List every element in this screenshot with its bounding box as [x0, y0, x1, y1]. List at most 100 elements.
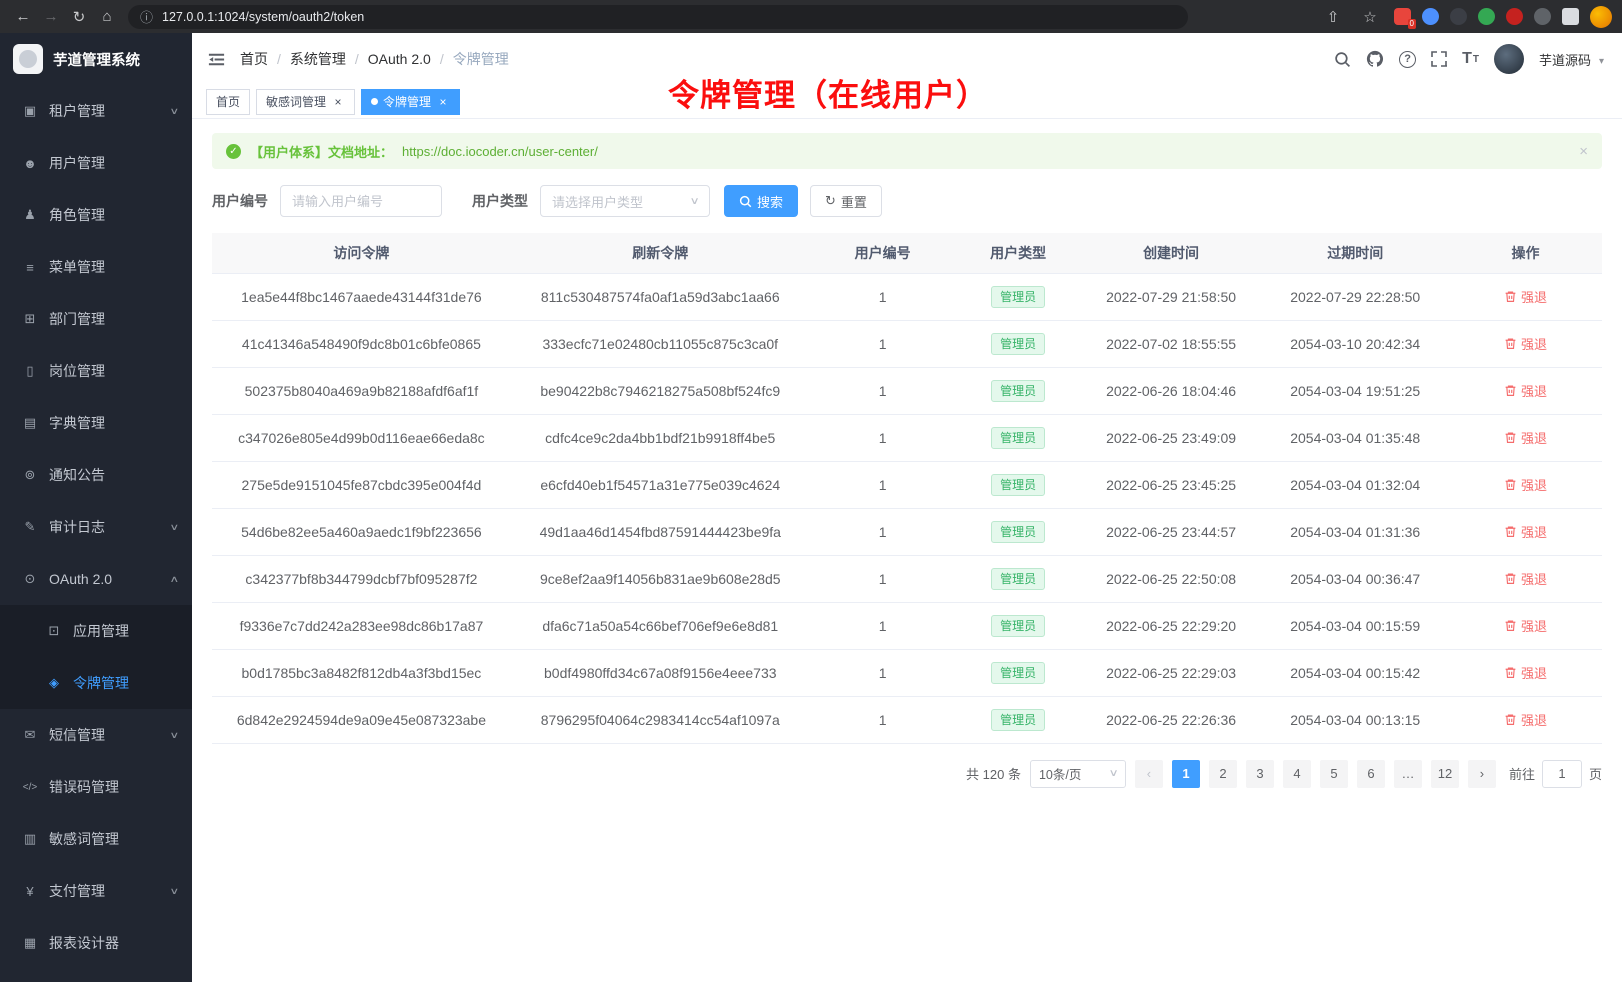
prev-page-button[interactable]: ‹ [1135, 760, 1163, 788]
browser-reload-icon[interactable]: ↻ [66, 5, 92, 29]
refresh-icon: ↻ [825, 193, 836, 209]
tab-home[interactable]: 首页 [206, 89, 250, 115]
expire-time-cell: 2054-03-10 20:42:34 [1261, 320, 1449, 367]
share-icon[interactable]: ⇧ [1320, 5, 1346, 29]
close-icon[interactable]: × [436, 95, 450, 109]
sidebar-item-menu[interactable]: ≡ 菜单管理 [0, 241, 192, 293]
page-button[interactable]: 12 [1431, 760, 1459, 788]
sidebar-item-pay[interactable]: ¥ 支付管理 ∨ [0, 865, 192, 917]
sidebar-item-dept[interactable]: ⊞ 部门管理 [0, 293, 192, 345]
pay-icon: ¥ [20, 884, 40, 899]
page-button[interactable]: 2 [1209, 760, 1237, 788]
goto-label: 前往 [1509, 764, 1535, 783]
sidebar-item-tenant[interactable]: ▣ 租户管理 ∨ [0, 85, 192, 137]
access-token-cell: 6d842e2924594de9a09e45e087323abe [212, 696, 511, 743]
sidebar-item-oauth2-app[interactable]: ⊡ 应用管理 [0, 605, 192, 657]
browser-back-icon[interactable]: ← [10, 5, 36, 29]
help-icon[interactable]: ? [1399, 51, 1416, 68]
tab-label: 敏感词管理 [266, 93, 326, 110]
page-button[interactable]: … [1394, 760, 1422, 788]
force-logout-button[interactable]: 强退 [1504, 381, 1547, 400]
github-icon[interactable] [1366, 50, 1384, 68]
username[interactable]: 芋道源码 [1539, 50, 1591, 69]
breadcrumb-oauth2[interactable]: OAuth 2.0 [368, 51, 431, 67]
force-logout-button[interactable]: 强退 [1504, 569, 1547, 588]
tenant-icon: ▣ [20, 103, 40, 119]
tab-sensitive-word[interactable]: 敏感词管理 × [256, 89, 355, 115]
browser-extension-icon[interactable] [1534, 8, 1551, 25]
sidebar-item-post[interactable]: ▯ 岗位管理 [0, 345, 192, 397]
user-type-badge: 管理员 [991, 286, 1045, 308]
goto-page-input[interactable] [1542, 760, 1582, 788]
page-size-select[interactable]: 10条/页 ∨ [1030, 760, 1126, 788]
browser-extension-icon[interactable] [1422, 8, 1439, 25]
browser-profile-avatar[interactable] [1590, 6, 1612, 28]
search-icon[interactable] [1334, 51, 1351, 68]
app-logo-row[interactable]: 芋道管理系统 [0, 33, 192, 85]
font-size-icon[interactable]: TT [1462, 50, 1479, 68]
doc-link[interactable]: https://doc.iocoder.cn/user-center/ [402, 144, 598, 159]
sidebar-item-error-code[interactable]: </> 错误码管理 [0, 761, 192, 813]
user-id-input[interactable] [280, 185, 442, 217]
token-table-body: 1ea5e44f8bc1467aaede43144f31de76 811c530… [212, 273, 1602, 743]
table-row: 41c41346a548490f9dc8b01c6bfe0865 333ecfc… [212, 320, 1602, 367]
browser-home-icon[interactable]: ⌂ [94, 5, 120, 29]
address-bar[interactable]: ⓘ 127.0.0.1:1024/system/oauth2/token [128, 5, 1188, 29]
force-logout-button[interactable]: 强退 [1504, 428, 1547, 447]
close-icon[interactable]: × [331, 95, 345, 109]
force-logout-button[interactable]: 强退 [1504, 334, 1547, 353]
sidebar-item-audit-log[interactable]: ✎ 审计日志 ∨ [0, 501, 192, 553]
expire-time-cell: 2054-03-04 00:15:59 [1261, 602, 1449, 649]
fullscreen-icon[interactable] [1431, 51, 1447, 67]
sidebar-item-oauth2-token[interactable]: ◈ 令牌管理 [0, 657, 192, 709]
chevron-down-icon: ∨ [170, 730, 180, 741]
page-button[interactable]: 6 [1357, 760, 1385, 788]
breadcrumb-system[interactable]: 系统管理 [290, 49, 346, 69]
user-type-select[interactable]: 请选择用户类型 ∨ [540, 185, 710, 217]
page-button[interactable]: 5 [1320, 760, 1348, 788]
reset-button[interactable]: ↻ 重置 [810, 185, 882, 217]
sidebar-item-sensitive-word[interactable]: ▥ 敏感词管理 [0, 813, 192, 865]
delete-icon [1504, 572, 1517, 585]
page-button[interactable]: 4 [1283, 760, 1311, 788]
force-logout-button[interactable]: 强退 [1504, 663, 1547, 682]
user-id-cell: 1 [810, 414, 956, 461]
site-info-icon[interactable]: ⓘ [140, 7, 153, 26]
browser-extension-icon[interactable]: 0 [1394, 8, 1411, 25]
force-logout-button[interactable]: 强退 [1504, 475, 1547, 494]
search-button[interactable]: 搜索 [724, 185, 798, 217]
breadcrumb-home[interactable]: 首页 [240, 49, 268, 69]
user-avatar[interactable] [1494, 44, 1524, 74]
sidebar-item-report-designer[interactable]: ▦ 报表设计器 [0, 917, 192, 969]
force-logout-button[interactable]: 强退 [1504, 522, 1547, 541]
tab-token[interactable]: 令牌管理 × [361, 89, 460, 115]
col-refresh-token: 刷新令牌 [511, 233, 810, 273]
page-button[interactable]: 1 [1172, 760, 1200, 788]
page-button[interactable]: 3 [1246, 760, 1274, 788]
sidebar-item-role[interactable]: ♟ 角色管理 [0, 189, 192, 241]
browser-extension-icon[interactable] [1450, 8, 1467, 25]
user-menu-caret-icon[interactable]: ▾ [1599, 52, 1604, 67]
bookmark-star-icon[interactable]: ☆ [1357, 5, 1383, 29]
sidebar-item-notice[interactable]: ⊚ 通知公告 [0, 449, 192, 501]
sidebar-item-dict[interactable]: ▤ 字典管理 [0, 397, 192, 449]
tab-label: 首页 [216, 93, 240, 110]
browser-extension-icon[interactable] [1506, 8, 1523, 25]
browser-extension-icon[interactable] [1478, 8, 1495, 25]
force-logout-button[interactable]: 强退 [1504, 616, 1547, 635]
sidebar: 芋道管理系统 ▣ 租户管理 ∨ ☻ 用户管理 ♟ 角色管理 ≡ 菜单管理 ⊞ 部… [0, 33, 192, 982]
force-logout-button[interactable]: 强退 [1504, 710, 1547, 729]
table-row: 1ea5e44f8bc1467aaede43144f31de76 811c530… [212, 273, 1602, 320]
created-time-cell: 2022-06-25 23:49:09 [1081, 414, 1262, 461]
sidebar-item-oauth2[interactable]: ⊙ OAuth 2.0 ∧ [0, 553, 192, 605]
force-logout-button[interactable]: 强退 [1504, 287, 1547, 306]
browser-forward-icon[interactable]: → [38, 5, 64, 29]
sidebar-item-sms[interactable]: ✉ 短信管理 ∨ [0, 709, 192, 761]
sidebar-item-user[interactable]: ☻ 用户管理 [0, 137, 192, 189]
next-page-button[interactable]: › [1468, 760, 1496, 788]
alert-close-icon[interactable]: × [1579, 143, 1588, 160]
sidebar-fold-icon[interactable] [206, 49, 226, 69]
breadcrumb: 首页 / 系统管理 / OAuth 2.0 / 令牌管理 [240, 49, 509, 69]
filter-form: 用户编号 用户类型 请选择用户类型 ∨ 搜索 ↻ 重置 [212, 185, 1602, 217]
browser-extension-icon[interactable] [1562, 8, 1579, 25]
